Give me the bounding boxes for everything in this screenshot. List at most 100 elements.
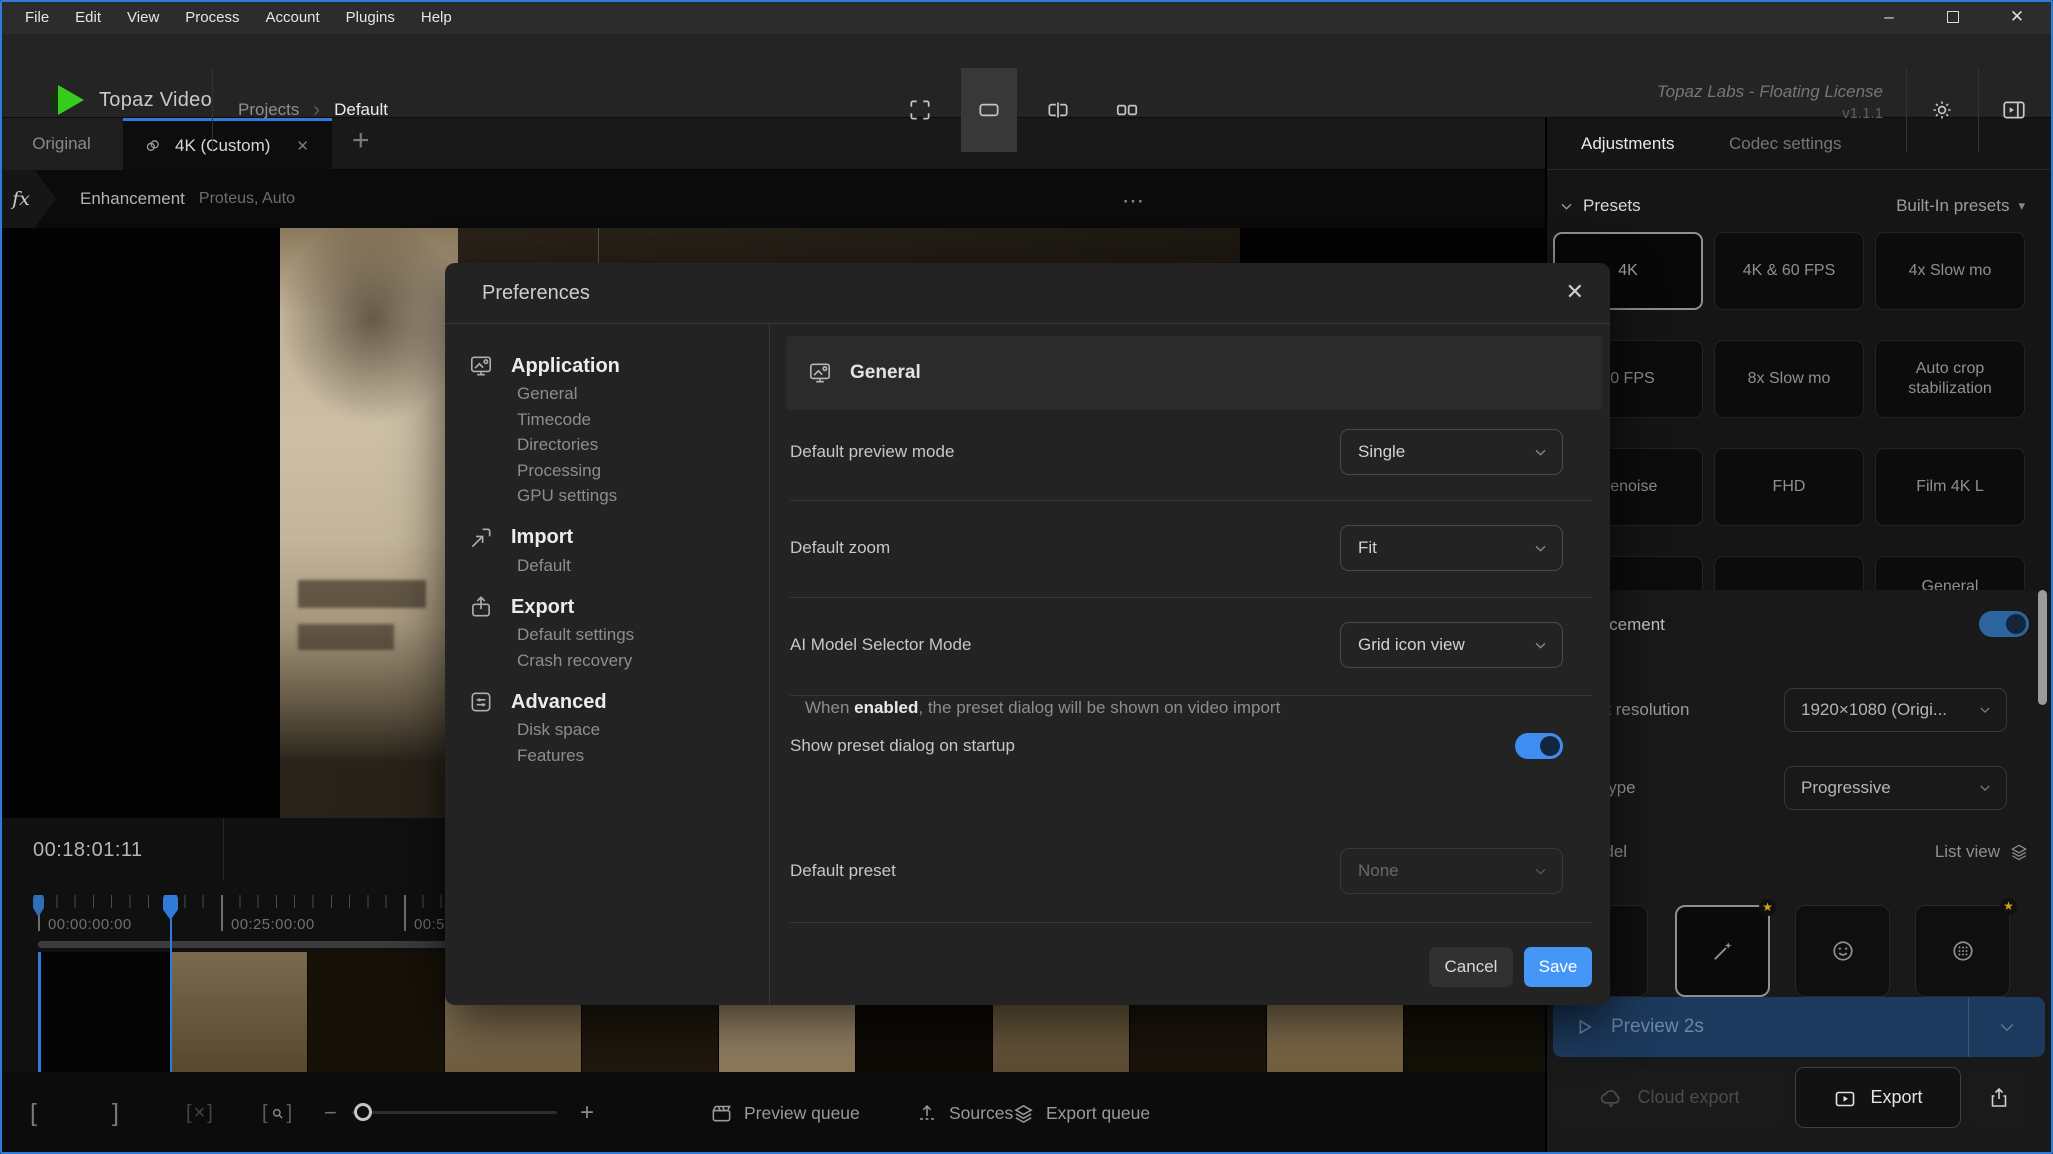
transport-toolbar: [ ] [×] [ ] − + Preview queue Sources Ex… [0,1072,1545,1154]
current-timecode: 00:18:01:11 [33,839,143,862]
timeline-zoom-out-button[interactable]: − [324,1072,337,1154]
model-list-view-toggle[interactable]: List view [1935,842,2029,862]
scan-type-dropdown[interactable]: Progressive [1784,766,2007,810]
preset-tile[interactable]: 4K & 60 FPS [1714,232,1864,310]
fullscreen-view-button[interactable] [892,68,948,152]
menu-file[interactable]: File [12,9,62,26]
enhancement-panel: Enhancement Output resolution 1920×1080 … [1547,590,2053,1154]
close-window-button[interactable]: ✕ [1985,0,2049,34]
enhancement-toggle[interactable] [1979,611,2029,637]
preset-tile[interactable]: Film 4K L [1875,448,2025,526]
menu-help[interactable]: Help [408,9,465,26]
set-out-point-button[interactable]: ] [112,1072,119,1154]
nav-advanced[interactable]: Advanced [468,687,769,717]
toggle-panel-button[interactable] [1996,92,2032,128]
default-preview-mode-dropdown[interactable]: Single [1340,429,1563,475]
clip-thumbnail[interactable] [171,952,308,1072]
preview-button[interactable]: Preview 2s [1553,997,2045,1057]
menu-plugins[interactable]: Plugins [333,9,408,26]
list-view-label: List view [1935,842,2000,862]
filter-more-button[interactable]: ⋯ [1122,188,1146,214]
nav-item-timecode[interactable]: Timecode [517,407,769,433]
nav-item-gpu-settings[interactable]: GPU settings [517,483,769,509]
model-tile[interactable] [1795,905,1890,997]
dialog-close-button[interactable]: ✕ [1566,279,1584,305]
nav-item-disk-space[interactable]: Disk space [517,717,769,743]
preset-source-dropdown[interactable]: Built-In presets ▾ [1896,196,2025,216]
nav-item-default-settings[interactable]: Default settings [517,622,769,648]
split-view-button[interactable] [1030,68,1086,152]
nav-application[interactable]: Application [468,351,769,381]
layers-icon [2009,842,2029,862]
bracket-glyph: [ [186,1102,194,1125]
single-view-button[interactable] [961,68,1017,152]
default-zoom-label: Default zoom [790,538,890,558]
license-info: Topaz Labs - Floating License v1.1.1 [1657,82,1883,122]
tab-codec-settings[interactable]: Codec settings [1729,134,1841,154]
zoom-to-selection-button[interactable]: [ ] [262,1072,292,1154]
preset-tile[interactable]: 4x Slow mo [1875,232,2025,310]
model-tile[interactable]: ★ [1915,905,2010,997]
set-in-point-button[interactable]: [ [30,1072,37,1154]
preset-tile[interactable] [1714,556,1864,590]
export-button[interactable]: Export [1795,1067,1961,1128]
tab-original[interactable]: Original [0,118,123,170]
preset-tile[interactable]: FHD [1714,448,1864,526]
default-preset-value: None [1358,861,1399,881]
nav-item-general[interactable]: General [517,381,769,407]
maximize-button[interactable] [1921,0,1985,34]
minimize-button[interactable]: – [1857,0,1921,34]
settings-button[interactable] [1924,92,1960,128]
export-queue-button[interactable]: Export queue [1012,1072,1150,1154]
chevron-down-icon [1559,199,1574,214]
preview-queue-button[interactable]: Preview queue [710,1072,860,1154]
share-export-button[interactable] [1969,1067,2029,1128]
default-zoom-dropdown[interactable]: Fit [1340,525,1563,571]
breadcrumb: Projects › Default [238,68,388,152]
preset-tile-general[interactable]: General [1875,556,2025,590]
cloud-export-button[interactable]: Cloud export [1553,1067,1785,1128]
playhead-handle[interactable] [163,895,178,920]
nav-export[interactable]: Export [468,592,769,622]
preset-tile[interactable]: Auto crop stabilization [1875,340,2025,418]
cancel-button[interactable]: Cancel [1429,947,1513,987]
menu-process[interactable]: Process [172,9,252,26]
default-preset-dropdown[interactable]: None [1340,848,1563,894]
preset-tile[interactable]: 8x Slow mo [1714,340,1864,418]
nav-item-directories[interactable]: Directories [517,432,769,458]
filter-name[interactable]: Enhancement [80,189,185,209]
sources-button[interactable]: Sources [916,1072,1013,1154]
nav-item-features[interactable]: Features [517,743,769,769]
collapse-presets-button[interactable] [1559,199,1574,214]
menu-edit[interactable]: Edit [62,9,114,26]
tab-adjustments[interactable]: Adjustments [1581,134,1675,154]
nav-item-crash-recovery[interactable]: Crash recovery [517,648,769,674]
timeline-zoom-slider-knob[interactable] [354,1103,372,1121]
clear-trim-button[interactable]: [×] [186,1072,215,1154]
ai-model-selector-mode-dropdown[interactable]: Grid icon view [1340,622,1563,668]
nav-import[interactable]: Import [468,523,769,553]
save-button[interactable]: Save [1524,947,1592,987]
title-bar: Topaz Video Projects › Default Topaz Lab… [0,34,2053,118]
show-preset-dialog-toggle[interactable] [1515,733,1563,759]
model-tile-selected[interactable]: ★ [1675,905,1770,997]
menu-account[interactable]: Account [252,9,332,26]
nav-item-processing[interactable]: Processing [517,458,769,484]
side-by-side-view-button[interactable] [1099,68,1155,152]
trim-start-marker[interactable] [33,895,44,917]
menu-view[interactable]: View [114,9,172,26]
timeline-zoom-slider[interactable] [352,1111,557,1114]
row-default-preset: Default preset None [790,848,1563,894]
breadcrumb-current: Default [334,100,388,120]
clip-thumbnail[interactable] [308,952,445,1072]
breadcrumb-projects[interactable]: Projects [238,100,299,120]
x-icon: × [194,1102,208,1125]
output-resolution-dropdown[interactable]: 1920×1080 (Origi... [1784,688,2007,732]
breadcrumb-separator: › [313,99,320,122]
preview-options-button[interactable] [1968,997,2045,1057]
nav-title: Import [511,526,573,549]
sidebar-scrollbar[interactable] [2038,590,2047,705]
nav-item-import-default[interactable]: Default [517,553,769,579]
clip-thumbnail[interactable] [41,952,171,1072]
timeline-zoom-in-button[interactable]: + [580,1072,594,1154]
